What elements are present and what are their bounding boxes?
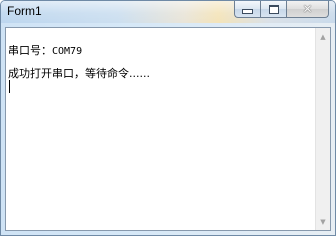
close-icon: ✕ (302, 2, 313, 16)
title-bar[interactable]: Form1 ✕ (1, 1, 335, 23)
minimize-icon (242, 8, 253, 14)
close-button[interactable]: ✕ (286, 1, 329, 18)
port-label: 串口号： (8, 44, 52, 57)
scroll-down-arrow-icon[interactable]: ▼ (316, 213, 330, 230)
minimize-button[interactable] (234, 1, 260, 18)
output-textbox-frame: 串口号：COM79 成功打开串口，等待命令...... ▲ ▼ (5, 27, 331, 231)
maximize-button[interactable] (260, 1, 286, 18)
port-line: 串口号：COM79 (8, 39, 317, 62)
maximize-icon (268, 4, 279, 14)
form1-window: Form1 ✕ 串口号：COM79 成功打开串口，等待命令...... ▲ ▼ (0, 0, 336, 236)
scroll-up-arrow-icon[interactable]: ▲ (316, 28, 330, 45)
window-title: Form1 (7, 4, 42, 18)
text-caret (9, 80, 10, 93)
output-textbox[interactable]: 串口号：COM79 成功打开串口，等待命令...... (6, 28, 317, 230)
status-line: 成功打开串口，等待命令...... (8, 67, 150, 80)
vertical-scrollbar[interactable]: ▲ ▼ (315, 28, 330, 230)
port-value: COM79 (52, 46, 83, 57)
window-controls: ✕ (234, 1, 329, 19)
